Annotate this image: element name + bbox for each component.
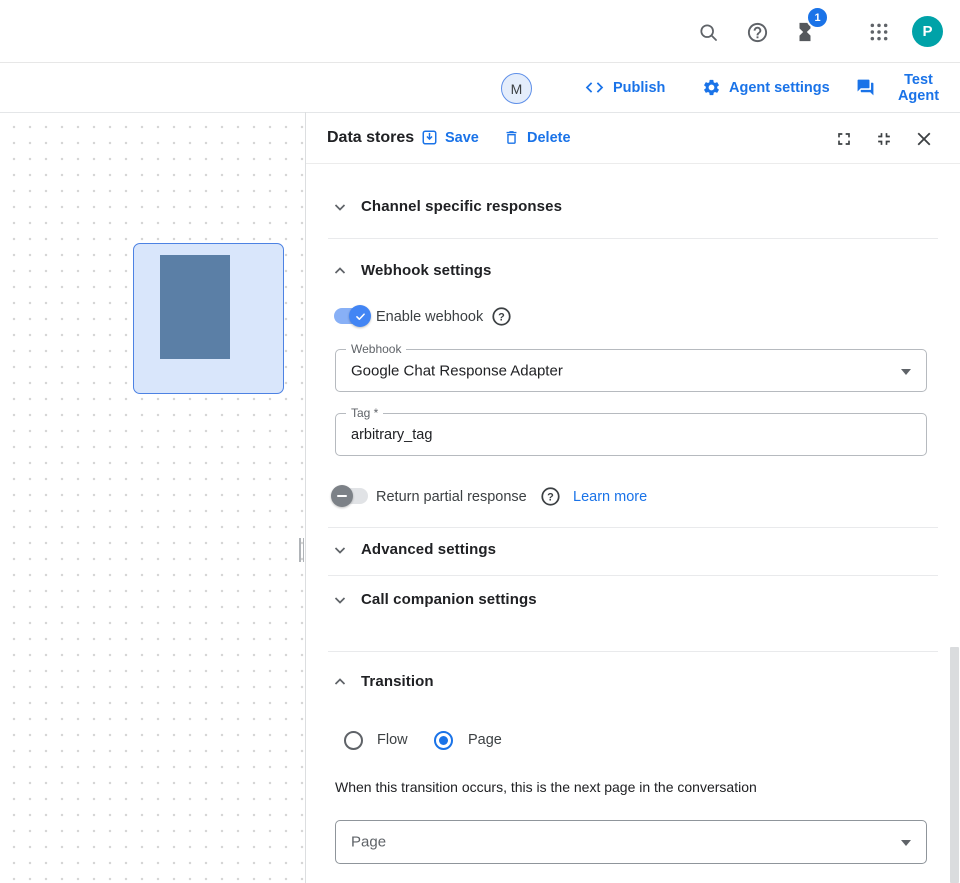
top-app-bar: 1 P <box>0 0 960 63</box>
toggle-thumb-check-icon <box>349 305 371 327</box>
radio-dot <box>439 736 448 745</box>
chevron-up-icon <box>332 263 348 279</box>
trash-icon <box>503 129 520 146</box>
section-divider <box>328 238 938 239</box>
flow-radio-label: Flow <box>377 732 408 748</box>
notification-count: 1 <box>814 12 820 24</box>
exit-fullscreen-icon[interactable] <box>874 129 894 149</box>
save-button[interactable]: Save <box>421 129 479 146</box>
notification-badge: 1 <box>806 6 829 29</box>
help-icon[interactable] <box>745 20 769 44</box>
delete-label: Delete <box>527 130 571 146</box>
section-call-companion-settings[interactable]: Call companion settings <box>332 591 537 608</box>
page-radio[interactable] <box>434 731 453 750</box>
webhook-select-label: Webhook <box>346 342 406 356</box>
webhook-select-value: Google Chat Response Adapter <box>351 362 563 379</box>
section-advanced-settings[interactable]: Advanced settings <box>332 541 496 558</box>
panel-divider <box>305 112 306 883</box>
dropdown-arrow-icon <box>901 840 911 846</box>
partial-response-label: Return partial response <box>376 489 527 505</box>
test-agent-button[interactable]: Test Agent <box>850 63 960 112</box>
apps-grid-icon[interactable] <box>868 21 890 43</box>
panel-resize-handle[interactable] <box>299 538 307 562</box>
flow-radio[interactable] <box>344 731 363 750</box>
svg-text:?: ? <box>498 311 505 323</box>
flow-canvas[interactable] <box>0 113 305 883</box>
page-radio-label: Page <box>468 732 502 748</box>
user-avatar[interactable]: P <box>912 16 943 47</box>
agent-settings-label: Agent settings <box>729 80 830 96</box>
section-channel-specific-responses[interactable]: Channel specific responses <box>332 198 562 215</box>
chevron-down-icon <box>332 542 348 558</box>
section-label: Advanced settings <box>361 541 496 558</box>
enable-webhook-help-icon[interactable]: ? <box>491 306 512 327</box>
section-divider <box>328 651 938 652</box>
fullscreen-icon[interactable] <box>834 129 854 149</box>
section-label: Channel specific responses <box>361 198 562 215</box>
gear-icon <box>702 78 721 97</box>
page-node-card[interactable] <box>133 243 284 394</box>
section-webhook-settings[interactable]: Webhook settings <box>332 262 492 279</box>
chevron-down-icon <box>332 592 348 608</box>
chevron-up-icon <box>332 674 348 690</box>
flow-version-initial: M <box>511 81 523 97</box>
delete-button[interactable]: Delete <box>503 129 571 146</box>
panel-scrollbar[interactable] <box>950 647 959 883</box>
enable-webhook-label: Enable webhook <box>376 309 483 325</box>
page-node-preview <box>160 255 230 359</box>
flow-version-avatar[interactable]: M <box>501 73 532 104</box>
tag-input[interactable]: Tag * arbitrary_tag <box>335 413 927 456</box>
code-icon <box>584 77 605 98</box>
section-divider <box>328 527 938 528</box>
section-transition[interactable]: Transition <box>332 673 434 690</box>
save-icon <box>421 129 438 146</box>
section-label: Transition <box>361 673 434 690</box>
search-icon[interactable] <box>697 21 719 43</box>
section-divider <box>328 575 938 576</box>
agent-settings-button[interactable]: Agent settings <box>696 63 836 112</box>
partial-response-toggle[interactable] <box>334 488 368 504</box>
toggle-thumb-minus-icon <box>331 485 353 507</box>
chat-icon <box>856 78 875 97</box>
tag-input-label: Tag * <box>346 406 383 420</box>
chevron-down-icon <box>332 199 348 215</box>
webhook-select[interactable]: Webhook Google Chat Response Adapter <box>335 349 927 392</box>
panel-title: Data stores <box>327 129 414 147</box>
user-avatar-initial: P <box>922 23 932 40</box>
dropdown-arrow-icon <box>901 369 911 375</box>
transition-description: When this transition occurs, this is the… <box>335 779 757 795</box>
header-divider <box>306 163 960 164</box>
page-select[interactable]: Page <box>335 820 927 864</box>
tag-input-value: arbitrary_tag <box>351 427 432 443</box>
publish-button[interactable]: Publish <box>578 63 671 112</box>
enable-webhook-toggle[interactable] <box>334 308 368 324</box>
section-label: Call companion settings <box>361 591 537 608</box>
test-agent-label: Test Agent <box>883 72 954 104</box>
save-label: Save <box>445 130 479 146</box>
svg-text:?: ? <box>547 491 554 503</box>
section-label: Webhook settings <box>361 262 492 279</box>
close-icon[interactable] <box>913 128 935 150</box>
partial-response-help-icon[interactable]: ? <box>540 486 561 507</box>
page-select-placeholder: Page <box>351 834 386 851</box>
learn-more-link[interactable]: Learn more <box>573 489 647 505</box>
publish-label: Publish <box>613 80 665 96</box>
